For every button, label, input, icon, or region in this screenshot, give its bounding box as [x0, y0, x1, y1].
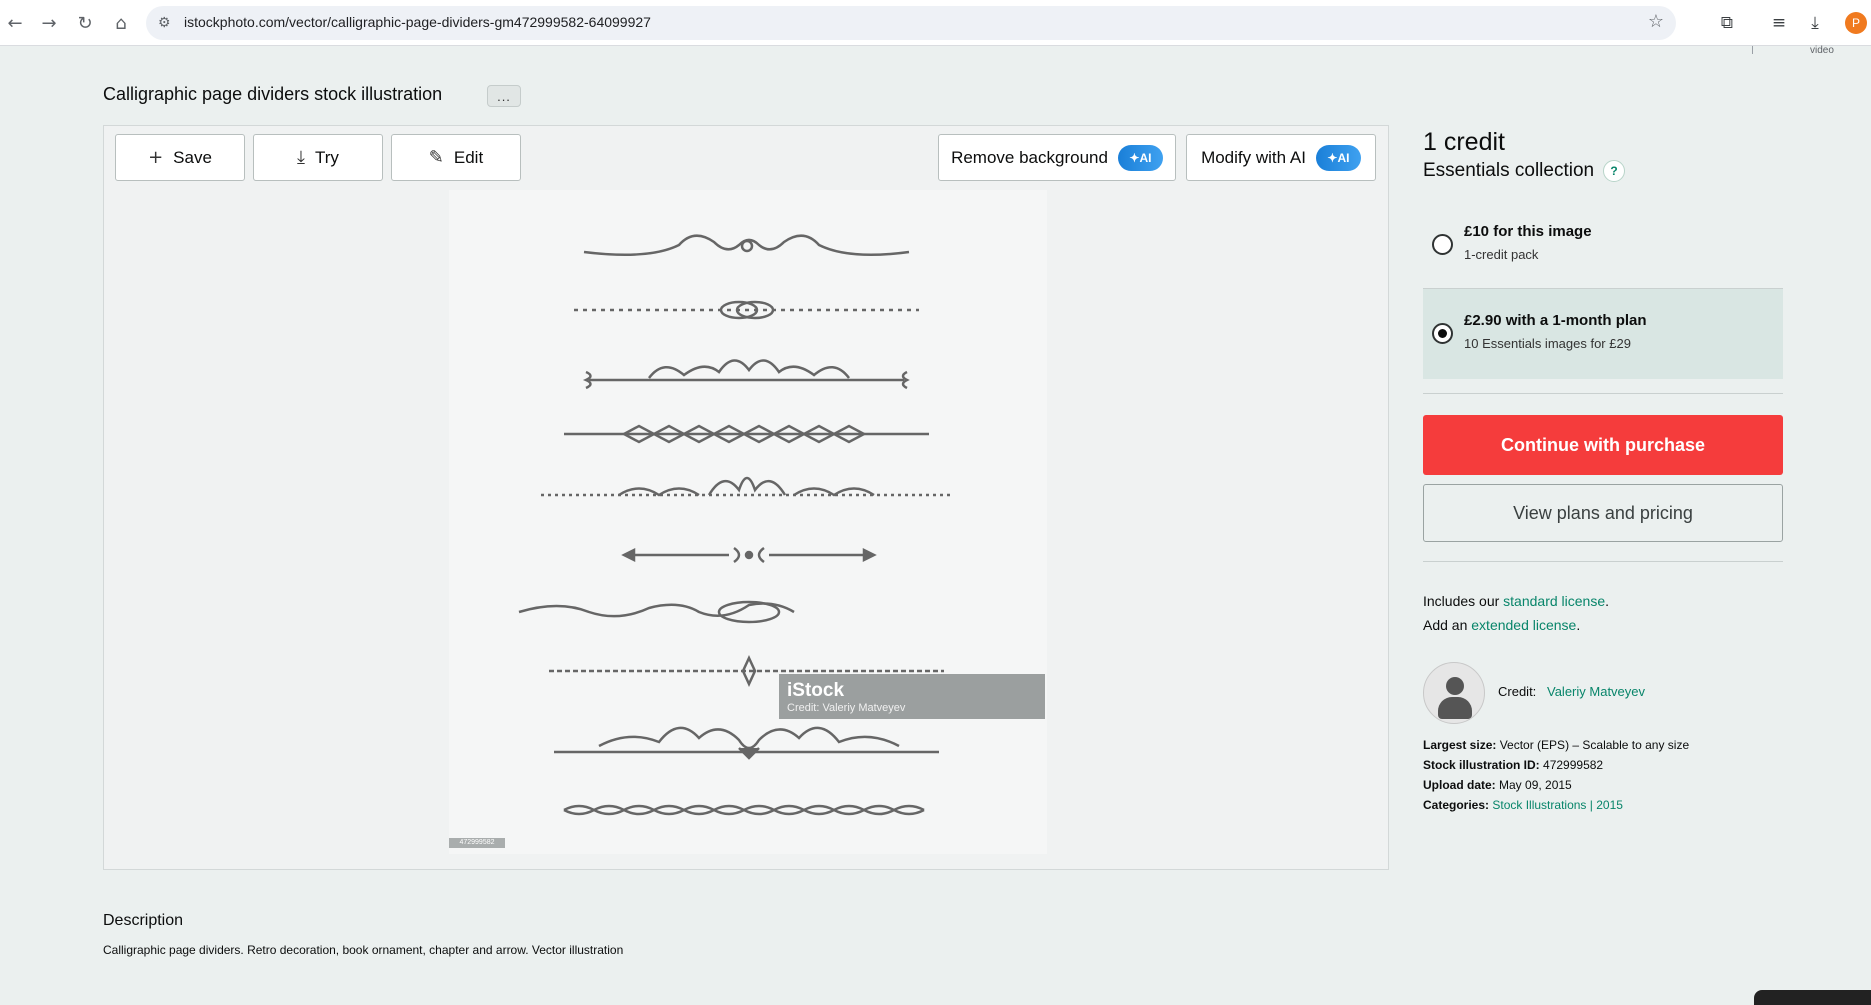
image-id-tag: 472999582	[449, 838, 505, 848]
try-button[interactable]: ⤓ Try	[253, 134, 383, 181]
remove-background-button[interactable]: Remove background ✦ AI	[938, 134, 1176, 181]
description-text: Calligraphic page dividers. Retro decora…	[103, 943, 624, 957]
site-info-icon[interactable]: ⚙	[158, 14, 171, 31]
stock-artwork[interactable]: 472999582 iStock Credit: Valeriy Matveye…	[449, 190, 1047, 854]
license-add: Add an extended license.	[1423, 617, 1581, 633]
modify-with-ai-button[interactable]: Modify with AI ✦ AI	[1186, 134, 1376, 181]
ai-badge: ✦ AI	[1315, 144, 1361, 171]
watermark-logo: iStock	[787, 680, 845, 701]
page-title: Calligraphic page dividers stock illustr…	[103, 84, 443, 104]
view-plans-button[interactable]: View plans and pricing	[1423, 484, 1783, 542]
modify-with-ai-label: Modify with AI	[1201, 147, 1306, 167]
home-icon[interactable]: ⌂	[106, 8, 136, 38]
upload-date: Upload date: May 09, 2015	[1423, 778, 1572, 792]
edit-icon: ✎	[428, 147, 444, 168]
largest-size: Largest size: Vector (EPS) – Scalable to…	[1423, 738, 1690, 752]
image-preview-panel: + Save ⤓ Try ✎ Edit Remove background ✦ A…	[103, 125, 1389, 870]
download-icon[interactable]: ⤓	[1800, 8, 1830, 38]
option-title: £10 for this image	[1464, 223, 1592, 240]
credit-label: Credit:	[1498, 684, 1537, 699]
option-subtitle: 1-credit pack	[1464, 247, 1539, 262]
edit-button[interactable]: ✎ Edit	[391, 134, 521, 181]
istock-watermark: iStock Credit: Valeriy Matveyev	[779, 674, 1045, 719]
browser-toolbar: ← → ↻ ⌂ ⚙ istockphoto.com/vector/calligr…	[0, 0, 1871, 46]
extensions-icon[interactable]: ⧉	[1712, 8, 1742, 38]
extended-license-link[interactable]: extended license	[1471, 617, 1576, 633]
option-subtitle: 10 Essentials images for £29	[1464, 336, 1631, 351]
calligraphic-dividers-illustration	[518, 234, 954, 816]
download-icon: ⤓	[297, 147, 306, 168]
contributor-avatar[interactable]	[1423, 662, 1485, 724]
remove-background-label: Remove background	[951, 147, 1108, 167]
standard-license-link[interactable]: standard license	[1503, 593, 1605, 609]
edit-label: Edit	[453, 147, 484, 167]
contributor-name-link[interactable]: Valeriy Matveyev	[1547, 684, 1645, 699]
category-link-2015[interactable]: 2015	[1596, 798, 1623, 812]
radio-monthly-plan[interactable]	[1432, 323, 1453, 344]
video-tab-label[interactable]: video	[1810, 45, 1834, 56]
try-label: Try	[315, 147, 339, 167]
watermark-credit: Credit: Valeriy Matveyev	[787, 702, 906, 714]
credit-count: 1 credit	[1423, 128, 1505, 156]
categories: Categories: Stock Illustrations | 2015	[1423, 798, 1623, 812]
option-monthly-plan[interactable]: £2.90 with a 1-month plan 10 Essentials …	[1423, 289, 1783, 379]
url-text[interactable]: istockphoto.com/vector/calligraphic-page…	[184, 14, 651, 30]
more-options-button[interactable]: ...	[487, 85, 521, 107]
license-includes: Includes our standard license.	[1423, 593, 1610, 609]
help-icon[interactable]: ?	[1603, 160, 1625, 182]
radio-single-image[interactable]	[1432, 234, 1453, 255]
bookmark-star-icon[interactable]: ☆	[1648, 11, 1664, 32]
option-title: £2.90 with a 1-month plan	[1464, 312, 1647, 329]
continue-with-purchase-button[interactable]: Continue with purchase	[1423, 415, 1783, 475]
save-button[interactable]: + Save	[115, 134, 245, 181]
header-divider	[1752, 46, 1753, 54]
profile-avatar[interactable]: P	[1845, 12, 1867, 34]
back-icon[interactable]: ←	[0, 8, 30, 38]
reload-icon[interactable]: ↻	[70, 8, 100, 38]
plus-icon: +	[148, 147, 164, 168]
section-divider	[1423, 561, 1783, 562]
option-divider	[1423, 393, 1783, 394]
ai-badge: ✦ AI	[1117, 144, 1163, 171]
person-icon	[1446, 677, 1464, 695]
address-bar[interactable]: ⚙ istockphoto.com/vector/calligraphic-pa…	[146, 6, 1676, 40]
media-queue-icon[interactable]: ≡	[1764, 8, 1794, 38]
forward-icon[interactable]: →	[34, 8, 64, 38]
option-single-image[interactable]: £10 for this image 1-credit pack	[1423, 200, 1783, 290]
collection-name: Essentials collection	[1423, 160, 1595, 181]
stock-id: Stock illustration ID: 472999582	[1423, 758, 1604, 772]
description-title: Description	[103, 912, 184, 929]
category-link-stock-illustrations[interactable]: Stock Illustrations	[1492, 798, 1586, 812]
chat-widget-edge[interactable]	[1754, 990, 1871, 1005]
save-label: Save	[173, 147, 212, 167]
